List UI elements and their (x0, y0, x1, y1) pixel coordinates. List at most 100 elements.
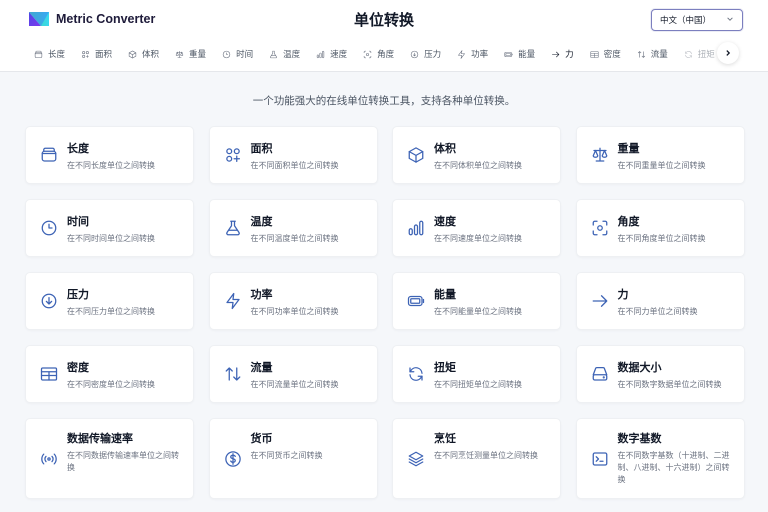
grid-plus-icon (224, 146, 242, 164)
terminal-icon (591, 450, 609, 468)
tab-refresh[interactable]: 扭矩 (678, 42, 718, 66)
category-card[interactable]: 扭矩 在不同扭矩单位之间转换 (392, 345, 561, 403)
category-name: 功率 (250, 288, 273, 301)
battery-icon (407, 292, 425, 310)
category-card[interactable]: 烹饪在不同烹饪测量单位之间转换 (392, 418, 561, 499)
category-card[interactable]: 温度在不同温度单位之间转换 (208, 199, 378, 257)
language-select-value: 中文（中国） (660, 16, 712, 26)
arrow-down-circle-icon (40, 292, 58, 310)
jar-icon (40, 146, 58, 164)
category-description: 在不同体积单位之间转换 (434, 161, 522, 170)
category-name: 面积 (250, 142, 273, 155)
tab-label: 温度 (283, 50, 301, 60)
tab-label: 时间 (236, 50, 254, 60)
tab-battery[interactable]: 能量 (498, 42, 541, 66)
app-logo[interactable]: Metric Converter (29, 12, 155, 26)
category-card[interactable]: 速度 在不同速度单位之间转换 (392, 199, 561, 257)
dollar-icon (224, 450, 242, 468)
jar-icon (34, 50, 43, 58)
category-name: 密度 (67, 361, 89, 374)
tab-jar[interactable]: 长度 (28, 42, 71, 66)
tab-grid-plus[interactable]: 面积 (75, 42, 118, 66)
category-description: 在不同流量单位之间转换 (250, 380, 339, 389)
flask-icon (224, 219, 242, 237)
tab-label: 速度 (330, 50, 348, 60)
category-name: 长度 (67, 142, 89, 155)
language-select[interactable]: 中文（中国） (651, 9, 743, 31)
category-description: 在不同角度单位之间转换 (617, 234, 706, 243)
cube-icon (128, 50, 137, 58)
category-card[interactable]: 重量 在不同重量单位之间转换 (575, 126, 745, 184)
tab-cube[interactable]: 体积 (122, 42, 165, 66)
category-name: 烹饪 (434, 432, 456, 445)
focus-icon (363, 50, 372, 58)
category-description: 在不同烹饪测量单位之间转换 (434, 451, 538, 460)
bolt-icon (458, 49, 466, 59)
arrows-updown-icon (637, 50, 645, 58)
category-card[interactable]: 角度 在不同角度单位之间转换 (575, 199, 745, 257)
category-name: 压力 (67, 288, 89, 301)
category-name: 货币 (250, 432, 273, 445)
logo-icon (29, 12, 49, 26)
tabs-scroll-right-button[interactable] (717, 42, 739, 64)
scale-icon (591, 146, 609, 164)
tab-flask[interactable]: 温度 (263, 42, 306, 66)
tab-arrow-down-circle[interactable]: 压力 (404, 42, 447, 66)
arrow-right-icon (552, 51, 560, 57)
category-tabs: 长度 面积 体积 重量 时间 温度 速度 角度 压力 功率 能量 力 密度 流量 扭矩 (28, 42, 718, 66)
category-description: 在不同数字基数（十进制、二进制、八进制、十六进制）之间转换 (617, 451, 730, 484)
category-card[interactable]: 流量在不同流量单位之间转换 (208, 345, 378, 403)
tab-label: 能量 (518, 50, 536, 60)
category-name: 力 (617, 288, 629, 301)
clock-icon (40, 219, 58, 237)
category-description: 在不同货币之间转换 (250, 451, 323, 460)
tab-label: 扭矩 (697, 50, 715, 60)
tab-label: 力 (565, 50, 574, 60)
category-description: 在不同力单位之间转换 (617, 307, 698, 316)
tab-arrows-updown[interactable]: 流量 (631, 42, 674, 66)
arrow-down-circle-icon (410, 50, 419, 58)
category-name: 能量 (434, 288, 456, 301)
tab-label: 压力 (424, 50, 442, 60)
clock-icon (222, 50, 231, 58)
category-card[interactable]: 数据传输速率 在不同数据传输速率单位之间转换 (25, 418, 194, 499)
category-description: 在不同重量单位之间转换 (617, 161, 706, 170)
category-card[interactable]: 面积 在不同面积单位之间转换 (208, 126, 378, 184)
tab-arrow-right[interactable]: 力 (545, 42, 580, 66)
tab-bolt[interactable]: 功率 (451, 42, 494, 66)
category-name: 流量 (250, 361, 273, 374)
tab-clock[interactable]: 时间 (216, 42, 259, 66)
category-card[interactable]: 压力 在不同压力单位之间转换 (25, 272, 194, 330)
battery-icon (504, 51, 513, 57)
refresh-icon (407, 365, 425, 383)
category-name: 数据大小 (617, 361, 662, 374)
category-card[interactable]: 时间 在不同时间单位之间转换 (25, 199, 194, 257)
category-card[interactable]: 货币在不同货币之间转换 (208, 418, 378, 499)
flask-icon (270, 50, 277, 58)
category-card[interactable]: 数字基数 在不同数字基数（十进制、二进制、八进制、十六进制）之间转换 (575, 418, 745, 499)
category-card[interactable]: 体积 在不同体积单位之间转换 (392, 126, 561, 184)
tab-table[interactable]: 密度 (584, 42, 627, 66)
category-description: 在不同能量单位之间转换 (434, 307, 522, 316)
page-subtitle: 一个功能强大的在线单位转换工具，支持各种单位转换。 (252, 95, 516, 107)
tab-bars[interactable]: 速度 (310, 42, 353, 66)
tab-scale[interactable]: 重量 (169, 42, 212, 66)
tab-label: 功率 (471, 50, 489, 60)
grid-plus-icon (82, 50, 89, 58)
category-card[interactable]: 数据大小在不同数字数据单位之间转换 (575, 345, 745, 403)
category-name: 温度 (250, 215, 273, 228)
chevron-down-icon (727, 17, 733, 21)
bars-icon (407, 219, 425, 237)
category-description: 在不同数字数据单位之间转换 (617, 380, 722, 389)
category-card[interactable]: 能量在不同能量单位之间转换 (392, 272, 561, 330)
category-name: 时间 (67, 215, 89, 228)
table-icon (590, 50, 599, 58)
category-card[interactable]: 密度 在不同密度单位之间转换 (25, 345, 194, 403)
tab-focus[interactable]: 角度 (357, 42, 400, 66)
category-name: 速度 (434, 215, 456, 228)
category-card[interactable]: 长度 在不同长度单位之间转换 (25, 126, 194, 184)
category-card[interactable]: 力在不同力单位之间转换 (575, 272, 745, 330)
refresh-icon (684, 50, 692, 58)
category-description: 在不同温度单位之间转换 (250, 234, 339, 243)
category-card[interactable]: 功率 在不同功率单位之间转换 (208, 272, 378, 330)
